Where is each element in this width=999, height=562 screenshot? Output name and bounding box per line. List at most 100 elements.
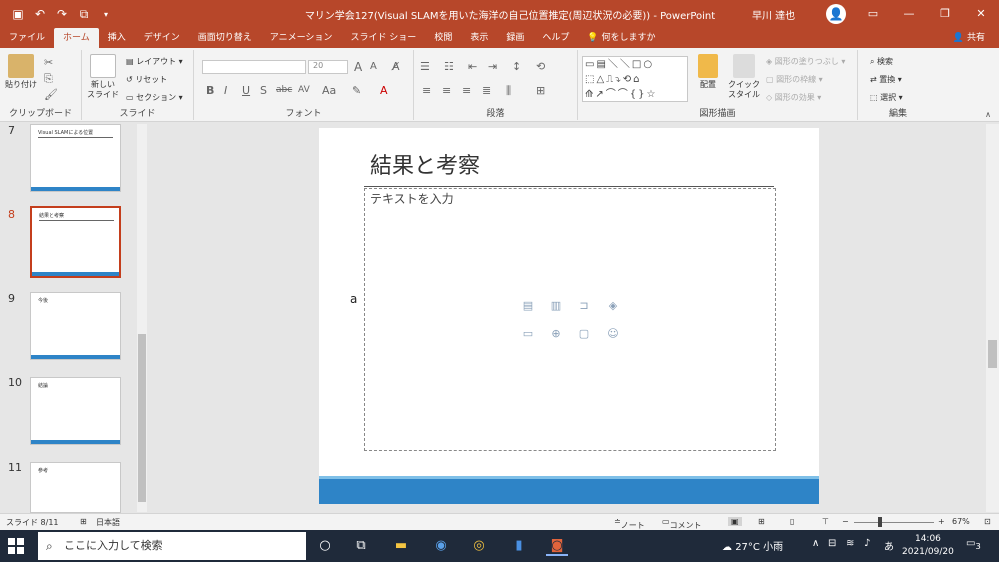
text-direction-icon[interactable]: ⟲ [536, 60, 545, 73]
zoom-out-button[interactable]: − [842, 517, 849, 526]
shadow-button[interactable]: S [260, 84, 267, 97]
collapse-ribbon-icon[interactable]: ∧ [985, 110, 991, 119]
spelling-icon[interactable]: ⊞ [80, 517, 87, 526]
task-view-icon[interactable]: ⧉ [350, 536, 372, 556]
slide-scrollbar[interactable] [986, 124, 999, 512]
bullets-icon[interactable]: ☰ [420, 60, 430, 73]
undo-icon[interactable]: ↶ [32, 7, 48, 21]
tell-me-search[interactable]: 💡 何をしますか [578, 28, 664, 48]
font-color-icon[interactable]: A [380, 84, 388, 97]
zoom-slider-handle[interactable] [878, 517, 882, 527]
share-button[interactable]: 👤 共有 [953, 28, 985, 48]
redo-icon[interactable]: ↷ [54, 7, 70, 21]
scrollbar-thumb[interactable] [988, 340, 997, 368]
slideshow-icon[interactable]: ⧉ [76, 7, 92, 22]
avatar[interactable]: 👤 [826, 4, 846, 24]
shape-fill-button[interactable]: ◈ 図形の塗りつぶし ▾ [766, 56, 845, 67]
clear-formatting-icon[interactable]: A̸ [392, 60, 400, 73]
content-placeholder-text[interactable]: テキストを入力 [370, 190, 454, 207]
paste-button[interactable]: 貼り付け [4, 54, 38, 90]
numbering-icon[interactable]: ☷ [444, 60, 454, 73]
slide-thumbnail-9[interactable]: 今後 [30, 292, 121, 360]
copy-icon[interactable]: ⎘ [44, 72, 53, 86]
grow-font-button[interactable]: A [354, 60, 362, 74]
font-name-combo[interactable] [202, 60, 306, 74]
insert-3d-model-icon[interactable]: ◈ [605, 299, 621, 313]
character-spacing-button[interactable]: AV [298, 85, 310, 95]
insert-video-icon[interactable]: ▢ [576, 327, 592, 341]
tab-insert[interactable]: 挿入 [99, 28, 135, 48]
save-icon[interactable]: ▣ [10, 7, 26, 21]
notification-center-icon[interactable]: ▭3 [966, 538, 981, 551]
normal-view-icon[interactable]: ▣ [728, 517, 742, 526]
tab-slideshow[interactable]: スライド ショー [341, 28, 425, 48]
cut-icon[interactable]: ✂ [44, 56, 53, 69]
slide-thumbnail-7[interactable]: Visual SLAMによる位置 [30, 124, 121, 192]
shape-outline-button[interactable]: ▢ 図形の枠線 ▾ [766, 74, 823, 85]
teams-icon[interactable]: ▮ [508, 536, 530, 556]
app-icon[interactable]: ◉ [430, 536, 452, 556]
tab-home[interactable]: ホーム [54, 28, 99, 48]
reading-view-icon[interactable]: ▯ [790, 517, 794, 526]
slide-sorter-icon[interactable]: ⊞ [758, 517, 765, 526]
content-placeholder[interactable] [364, 188, 776, 451]
align-left-icon[interactable]: ≡ [422, 84, 431, 97]
tray-overflow-icon[interactable]: ∧ [812, 538, 819, 549]
weather-widget[interactable]: ☁ 27°C 小雨 [722, 538, 783, 553]
underline-button[interactable]: U [242, 84, 250, 97]
tab-transitions[interactable]: 画面切り替え [189, 28, 261, 48]
new-slide-button[interactable]: 新しい スライド [86, 54, 120, 100]
language-indicator[interactable]: 日本語 [96, 517, 120, 528]
shape-effects-button[interactable]: ◇ 図形の効果 ▾ [766, 92, 821, 103]
tab-animations[interactable]: アニメーション [261, 28, 342, 48]
zoom-in-button[interactable]: + [938, 517, 945, 526]
replace-button[interactable]: ⇄ 置換 ▾ [870, 74, 902, 85]
tab-file[interactable]: ファイル [0, 28, 54, 48]
reset-button[interactable]: ↺ リセット [126, 74, 167, 85]
insert-online-picture-icon[interactable]: ⊕ [548, 327, 564, 341]
font-size-combo[interactable]: 20 [308, 60, 348, 74]
strikethrough-button[interactable]: abc [276, 85, 292, 95]
powerpoint-taskbar-icon[interactable]: ◙ [546, 536, 568, 556]
arrange-button[interactable]: 配置 [692, 54, 724, 90]
zoom-slider[interactable] [854, 522, 934, 523]
tab-design[interactable]: デザイン [135, 28, 189, 48]
decrease-indent-icon[interactable]: ⇤ [468, 60, 477, 73]
line-spacing-icon[interactable]: ↕ [512, 60, 521, 73]
slide-thumbnail-11[interactable]: 参考 [30, 462, 121, 513]
network-icon[interactable]: ⊟ [828, 538, 836, 549]
slide-title[interactable]: 結果と考察 [370, 148, 480, 180]
select-button[interactable]: ⬚ 選択 ▾ [870, 92, 903, 103]
shapes-gallery[interactable]: ▭▤＼＼□○ ⬚△⎍⤵⟲⌂ ⟰↗⌒⌒{}☆ [582, 56, 688, 102]
ime-indicator[interactable]: あ [884, 538, 894, 553]
fit-slide-icon[interactable]: ⊡ [984, 517, 991, 526]
slideshow-view-icon[interactable]: ⊤ [822, 517, 829, 526]
bold-button[interactable]: B [206, 84, 214, 97]
insert-chart-icon[interactable]: ▥ [548, 299, 564, 313]
minimize-icon[interactable]: — [891, 0, 927, 28]
thumbnails-scrollbar[interactable] [137, 124, 147, 512]
change-case-button[interactable]: Aa [322, 84, 336, 97]
smartart-convert-icon[interactable]: ⊞ [536, 84, 545, 97]
slide-thumbnail-10[interactable]: 結論 [30, 377, 121, 445]
highlight-icon[interactable]: ✎ [352, 84, 361, 97]
taskbar-clock[interactable]: 14:06 2021/09/20 [902, 533, 954, 559]
taskbar-search-input[interactable]: ⌕ ここに入力して検索 [38, 532, 306, 560]
zoom-level[interactable]: 67% [952, 517, 970, 526]
scrollbar-thumb[interactable] [138, 334, 146, 502]
justify-icon[interactable]: ≣ [482, 84, 491, 97]
tab-recording[interactable]: 録画 [497, 28, 533, 48]
increase-indent-icon[interactable]: ⇥ [488, 60, 497, 73]
close-icon[interactable]: ✕ [963, 0, 999, 28]
chrome-icon[interactable]: ◎ [468, 536, 490, 556]
quick-styles-button[interactable]: クイック スタイル [726, 54, 762, 100]
volume-icon[interactable]: ♪ [864, 538, 870, 549]
italic-button[interactable]: I [224, 84, 227, 97]
insert-icons-icon[interactable]: ☺ [605, 327, 621, 341]
user-name[interactable]: 早川 達也 [752, 7, 795, 22]
format-painter-icon[interactable]: 🖌 [44, 88, 58, 101]
find-button[interactable]: ⌕ 検索 [870, 56, 893, 67]
shrink-font-button[interactable]: A [370, 61, 377, 72]
maximize-icon[interactable]: ❐ [927, 0, 963, 28]
insert-smartart-icon[interactable]: ⊐ [576, 299, 592, 313]
